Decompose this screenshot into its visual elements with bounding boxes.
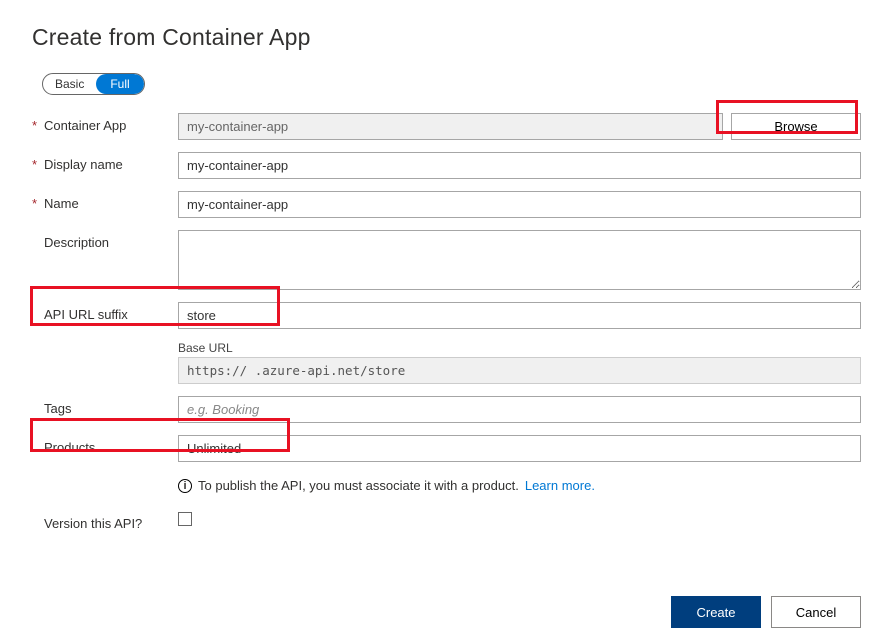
- view-toggle[interactable]: Basic Full: [42, 73, 145, 95]
- name-label: Name: [44, 196, 79, 211]
- api-url-suffix-input[interactable]: [178, 302, 861, 329]
- create-button[interactable]: Create: [671, 596, 761, 628]
- name-input[interactable]: [178, 191, 861, 218]
- version-api-checkbox[interactable]: [178, 512, 192, 526]
- toggle-basic[interactable]: Basic: [43, 74, 96, 94]
- cancel-button[interactable]: Cancel: [771, 596, 861, 628]
- tags-label: Tags: [44, 401, 71, 416]
- display-name-input[interactable]: [178, 152, 861, 179]
- container-app-input: [178, 113, 723, 140]
- toggle-full[interactable]: Full: [96, 74, 143, 94]
- info-icon: i: [178, 479, 192, 493]
- description-input[interactable]: [178, 230, 861, 290]
- display-name-label: Display name: [44, 157, 123, 172]
- base-url-value: https:// .azure-api.net/store: [178, 357, 861, 384]
- api-url-suffix-label: API URL suffix: [44, 307, 128, 322]
- version-api-label: Version this API?: [44, 516, 142, 531]
- learn-more-link[interactable]: Learn more.: [525, 478, 595, 493]
- container-app-label: Container App: [44, 118, 126, 133]
- tags-input[interactable]: [178, 396, 861, 423]
- products-input[interactable]: [178, 435, 861, 462]
- info-text: To publish the API, you must associate i…: [198, 478, 519, 493]
- base-url-label: Base URL: [178, 341, 861, 355]
- browse-button[interactable]: Browse: [731, 113, 861, 140]
- products-label: Products: [44, 440, 95, 455]
- description-label: Description: [44, 235, 109, 250]
- page-title: Create from Container App: [32, 24, 861, 51]
